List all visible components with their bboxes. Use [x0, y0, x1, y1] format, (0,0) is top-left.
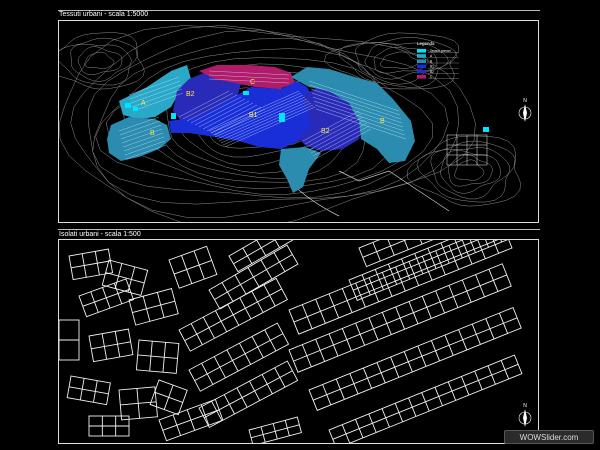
block-lot-line: [250, 424, 300, 439]
north-label-bottom: N: [523, 403, 527, 409]
zone-label-b-west: B: [150, 130, 155, 137]
block-lot-line: [154, 391, 183, 403]
contour-line: [454, 159, 485, 181]
primary-block: [125, 103, 131, 108]
legend: Legenda Tessuti primariAB B1B2C: [417, 41, 459, 79]
block-lot-line: [105, 272, 145, 284]
legend-item-label: A: [430, 54, 433, 58]
primary-block: [483, 127, 489, 132]
urban-block: [135, 339, 180, 374]
contour-line: [447, 153, 493, 187]
north-arrow-needle: [523, 409, 527, 427]
urban-block: [208, 244, 299, 310]
urban-block: [118, 386, 158, 421]
block-lot-line: [233, 240, 304, 265]
legend-item-label: Tessuti primari: [430, 49, 451, 53]
block-lot-line: [194, 333, 284, 381]
block-lot-line: [214, 254, 293, 300]
urban-block: [248, 416, 302, 443]
urban-block: [158, 398, 224, 442]
block-lot-line: [137, 354, 178, 359]
east-building-cluster: [446, 134, 488, 166]
contour-line: [77, 46, 123, 76]
zone-label-b2-west: B2: [186, 91, 195, 98]
watermark-badge[interactable]: WOWSlider.com: [504, 430, 594, 444]
contour-line: [430, 147, 510, 200]
legend-item-label: C: [430, 75, 433, 79]
block-lot-line: [71, 260, 111, 269]
legend-swatch: [417, 54, 426, 58]
block-outline: [328, 354, 523, 443]
urban-fabric-map: A B2 C B1 B2 B B Legenda Tessuti primari…: [58, 20, 539, 223]
zones: [107, 65, 415, 193]
zone-label-a: A: [141, 100, 146, 107]
urban-block: [168, 245, 218, 289]
urban-block: [288, 263, 512, 373]
legend-item-label: B1: [430, 65, 434, 69]
block-lot-line: [386, 240, 395, 256]
zone-label-b2-east: B2: [321, 128, 330, 135]
urban-fabric-svg: A B2 C B1 B2 B B Legenda Tessuti primari…: [59, 25, 532, 222]
bottom-panel-caption: Isolati urbani - scala 1:500: [59, 231, 141, 238]
north-arrow-icon: N: [518, 98, 532, 122]
urban-block: [101, 259, 149, 297]
urban-block: [68, 248, 114, 281]
block-outline: [348, 240, 516, 301]
urban-block: [328, 354, 523, 443]
urban-block: [198, 360, 299, 429]
road-line: [338, 170, 450, 212]
urban-block: [348, 240, 516, 301]
zone-label-c: C: [250, 79, 255, 86]
contour-line: [406, 135, 521, 207]
contour-line: [84, 51, 115, 69]
legend-swatch: [417, 59, 426, 63]
block-lot-line: [414, 240, 423, 245]
block-lot-line: [132, 300, 175, 313]
north-arrow-needle: [523, 104, 527, 122]
block-lot-line: [69, 386, 109, 395]
legend-swatch: [417, 69, 426, 74]
contour-line: [364, 43, 438, 80]
watermark-text: WOWSlider.com: [519, 432, 579, 442]
contour-line: [440, 149, 501, 194]
legend-swatch: [417, 49, 426, 53]
north-label-top: N: [523, 98, 527, 104]
legend-title: Legenda: [417, 41, 435, 46]
block-lot-line: [162, 409, 220, 431]
urban-block: [66, 375, 111, 406]
zone-label-b-east: B: [380, 118, 385, 125]
legend-item-label: B2: [430, 70, 434, 74]
primary-block: [133, 107, 138, 111]
north-arrow-icon: N: [518, 403, 532, 427]
block-lot-line: [91, 341, 131, 350]
legend-swatch: [417, 64, 426, 69]
zone-b-south: [279, 147, 321, 193]
legend-items: Tessuti primariAB B1B2C: [417, 49, 459, 79]
legend-item-label: B: [430, 59, 432, 63]
urban-block: [59, 319, 80, 361]
primary-block: [171, 113, 176, 119]
urban-block: [88, 415, 130, 437]
urban-blocks-svg: N: [59, 240, 532, 443]
top-panel-caption: Tessuti urbani - scala 1:5000: [59, 11, 149, 18]
urban-blocks: [59, 240, 523, 443]
legend-swatch: [417, 75, 426, 79]
primary-block: [243, 91, 249, 95]
urban-blocks-map: N: [58, 239, 539, 444]
primary-block: [279, 113, 285, 122]
zone-label-b1: B1: [249, 112, 258, 119]
urban-block: [88, 328, 134, 363]
urban-block: [78, 278, 135, 318]
block-lot-line: [184, 288, 282, 341]
block-lot-line: [173, 259, 212, 275]
block-lot-line: [332, 363, 519, 440]
bottom-rule: [58, 229, 540, 230]
block-lot-line: [293, 274, 507, 362]
